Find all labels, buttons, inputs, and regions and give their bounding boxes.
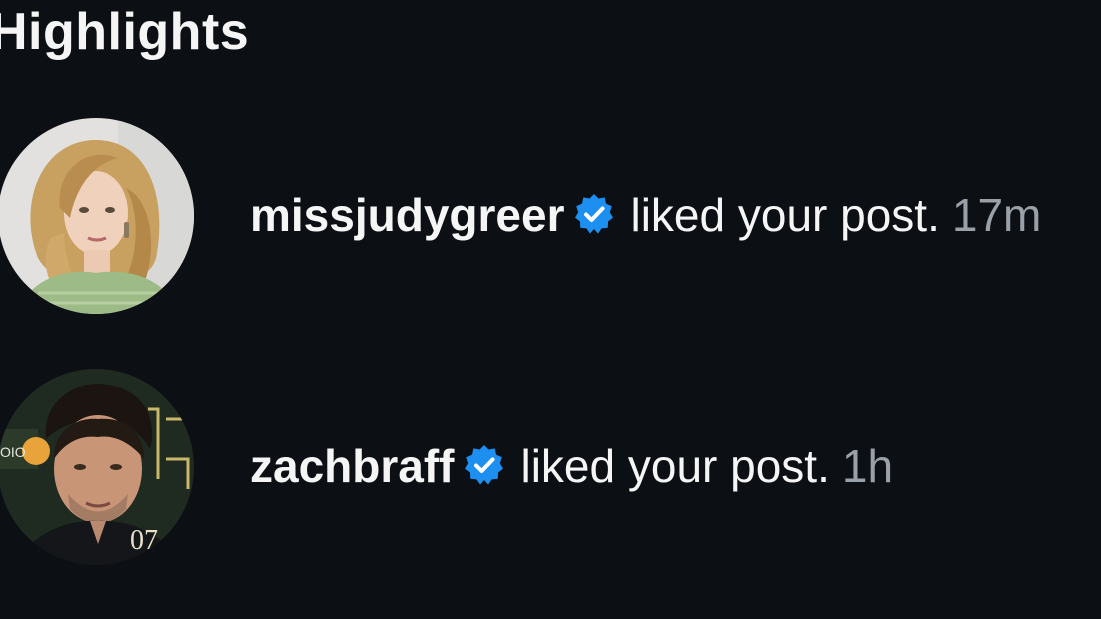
notifications-screen: Highlights missjudygreer liked your post… bbox=[0, 0, 1101, 619]
username-link[interactable]: missjudygreer bbox=[250, 189, 564, 241]
avatar-image bbox=[0, 118, 194, 314]
svg-text:07: 07 bbox=[130, 525, 158, 556]
notification-time: 17m bbox=[951, 189, 1042, 241]
notification-action: liked your post. bbox=[520, 440, 830, 492]
notification-row[interactable]: missjudygreer liked your post. 17m bbox=[0, 118, 1101, 318]
avatar[interactable]: OIO 07 bbox=[0, 369, 194, 565]
notification-time: 1h bbox=[841, 440, 894, 492]
notification-row[interactable]: OIO 07 zachbraff liked your post. 1h bbox=[0, 369, 1101, 569]
section-title: Highlights bbox=[0, 3, 250, 61]
verified-badge-icon bbox=[572, 192, 616, 236]
verified-badge-icon bbox=[462, 443, 506, 487]
notification-text: zachbraff liked your post. 1h bbox=[250, 433, 893, 499]
avatar[interactable] bbox=[0, 118, 194, 314]
notification-action: liked your post. bbox=[630, 189, 940, 241]
svg-text:OIO: OIO bbox=[0, 444, 26, 460]
username-link[interactable]: zachbraff bbox=[250, 440, 454, 492]
notification-text: missjudygreer liked your post. 17m bbox=[250, 182, 1041, 248]
avatar-image: OIO 07 bbox=[0, 369, 194, 565]
